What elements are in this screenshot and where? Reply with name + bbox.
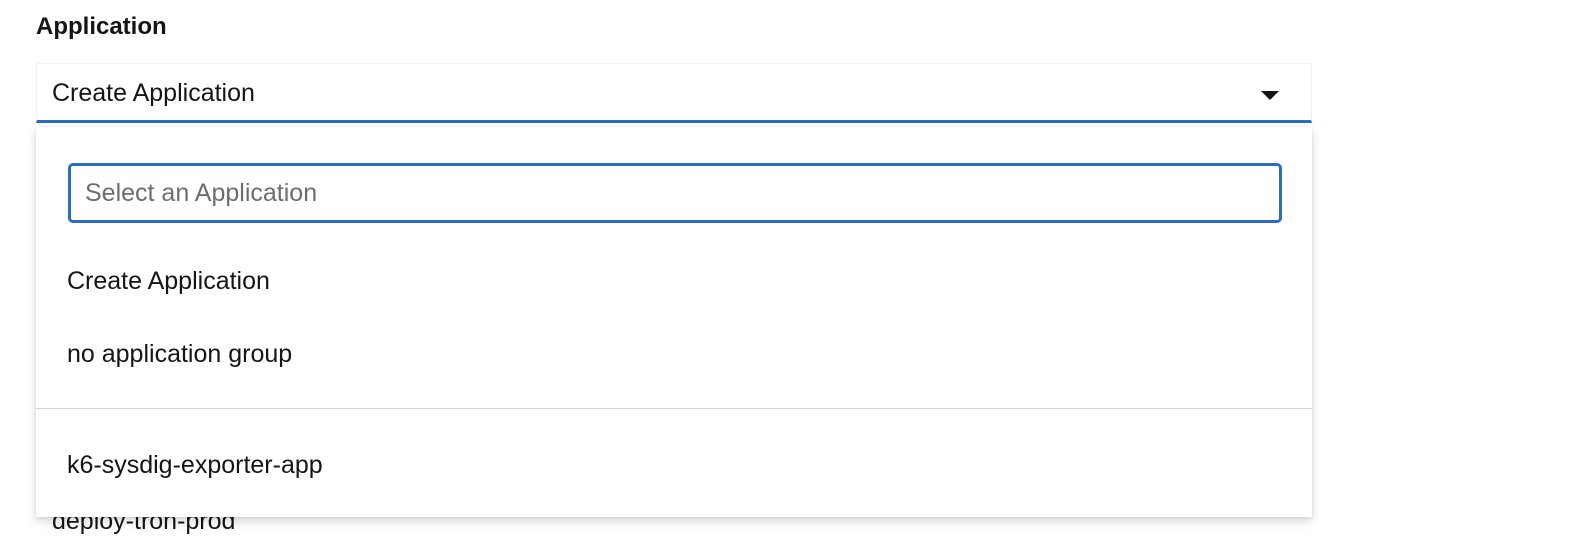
application-search-input[interactable] (68, 163, 1282, 223)
menu-divider (36, 408, 1312, 409)
caret-down-icon (1261, 91, 1279, 100)
menu-item-create-application[interactable]: Create Application (36, 251, 1312, 311)
application-label: Application (36, 13, 167, 40)
menu-item-k6-sysdig-exporter-app[interactable]: k6-sysdig-exporter-app (36, 435, 1312, 495)
menu-item-no-application-group[interactable]: no application group (36, 324, 1312, 384)
application-dropdown-menu: Create Application no application group … (36, 127, 1312, 517)
application-select-toggle[interactable]: Create Application (36, 63, 1312, 123)
select-toggle-value: Create Application (52, 79, 255, 107)
